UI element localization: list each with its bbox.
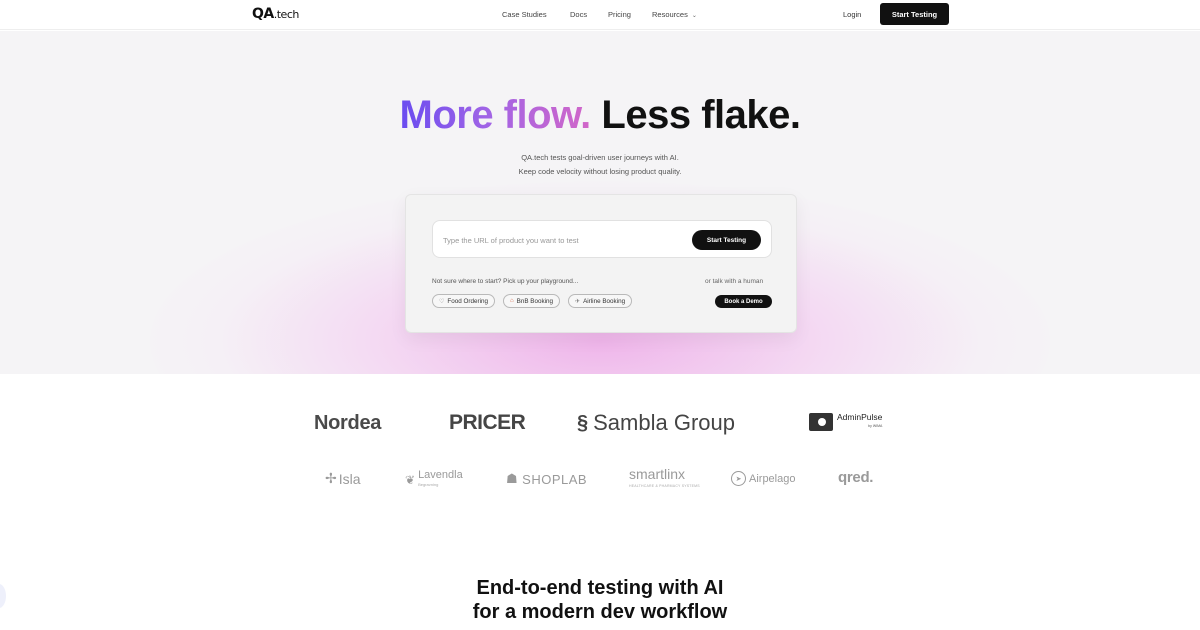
qa-tech-logo[interactable]: QA.tech — [252, 6, 299, 22]
hero-headline: More flow. Less flake. — [0, 93, 1200, 138]
food-icon: ♡ — [439, 298, 445, 305]
chevron-down-icon: ⌄ — [691, 13, 697, 19]
logo-smartlinx: smartlinx HEALTHCARE & PHARMACY SYSTEMS — [629, 467, 700, 492]
start-testing-button[interactable]: Start Testing — [692, 230, 761, 250]
chip-airline-booking[interactable]: ✈ Airline Booking — [568, 294, 633, 308]
plane-icon: ✈ — [575, 298, 581, 305]
shoplab-mark-icon: ☗ — [506, 471, 519, 486]
logo-adminpulse-text: AdminPulse by WIMA — [837, 413, 882, 431]
chip-label: BnB Booking — [516, 297, 554, 305]
talk-to-human-text: or talk with a human — [705, 278, 764, 285]
adminpulse-name: AdminPulse — [837, 412, 883, 422]
book-demo-button[interactable]: Book a Demo — [715, 295, 772, 308]
test-url-card: Start Testing Not sure where to start? P… — [405, 194, 797, 333]
nav-link-case-studies[interactable]: Case Studies — [502, 10, 547, 19]
logo-airpelago: ➤ Airpelago — [731, 471, 795, 486]
logo-pricer: PRICER — [449, 411, 526, 434]
start-testing-nav-button[interactable]: Start Testing — [880, 3, 949, 25]
logo-isla: ✢ Isla — [325, 470, 361, 487]
logo-lavendla: ❦ Lavendla Begravning — [405, 470, 463, 490]
logo-isla-text: Isla — [338, 470, 361, 487]
logo-sambla-group: § Sambla Group — [577, 410, 735, 436]
logo-airpelago-text: Airpelago — [749, 472, 796, 485]
logo-qred: qred. — [838, 469, 874, 486]
smartlinx-byline: HEALTHCARE & PHARMACY SYSTEMS — [629, 484, 700, 488]
airpelago-mark-icon: ➤ — [731, 471, 746, 486]
headline-dark-text: Less flake. — [601, 93, 801, 137]
headline-gradient-text: More flow. — [399, 93, 592, 137]
hero-subtitle-line2: Keep code velocity without losing produc… — [518, 167, 682, 176]
hero-section: More flow. Less flake. QA.tech tests goa… — [0, 31, 1200, 374]
login-link[interactable]: Login — [843, 10, 861, 19]
logo-suffix: .tech — [273, 8, 300, 21]
house-icon: ⌂ — [510, 298, 514, 304]
logo-sambla-text: Sambla Group — [593, 410, 735, 435]
section-title-line2: for a modern dev workflow — [472, 601, 728, 623]
chip-food-ordering[interactable]: ♡ Food Ordering — [432, 294, 495, 308]
playground-chips: ♡ Food Ordering ⌂ BnB Booking ✈ Airline Boo… — [432, 294, 633, 308]
nav-link-docs[interactable]: Docs — [570, 10, 587, 19]
lavendla-mark-icon: ❦ — [405, 473, 416, 487]
chip-label: Airline Booking — [583, 297, 626, 305]
isla-mark-icon: ✢ — [325, 470, 337, 486]
playground-prompt: Not sure where to start? Pick up your pl… — [432, 278, 579, 285]
logo-main: QA — [252, 6, 274, 22]
url-input-wrapper: Start Testing — [432, 220, 772, 258]
logo-shoplab: ☗ SHOPLAB — [506, 471, 587, 487]
section-title: End-to-end testing with AI for a modern … — [0, 576, 1200, 624]
sambla-mark-icon: § — [577, 411, 589, 434]
logo-lavendla-text: Lavendla Begravning — [418, 470, 463, 490]
logo-shoplab-text: SHOPLAB — [522, 471, 588, 487]
chip-label: Food Ordering — [447, 297, 488, 305]
hero-subtitle-line1: QA.tech tests goal-driven user journeys … — [521, 153, 679, 162]
section-title-line1: End-to-end testing with AI — [476, 577, 724, 599]
nav-link-resources-label: Resources — [652, 10, 688, 19]
nav-link-resources[interactable]: Resources ⌄ — [652, 10, 697, 19]
logo-adminpulse: AdminPulse by WIMA — [809, 413, 882, 431]
logo-nordea: Nordea — [314, 412, 382, 434]
chip-bnb-booking[interactable]: ⌂ BnB Booking — [503, 294, 561, 308]
adminpulse-byline: by WIMA — [868, 424, 883, 428]
nav-link-pricing[interactable]: Pricing — [608, 10, 631, 19]
adminpulse-mark-icon — [809, 413, 833, 431]
top-navbar: QA.tech Case Studies Docs Pricing Resour… — [0, 0, 1200, 30]
lavendla-byline: Begravning — [418, 482, 439, 487]
product-url-input[interactable] — [443, 231, 683, 249]
